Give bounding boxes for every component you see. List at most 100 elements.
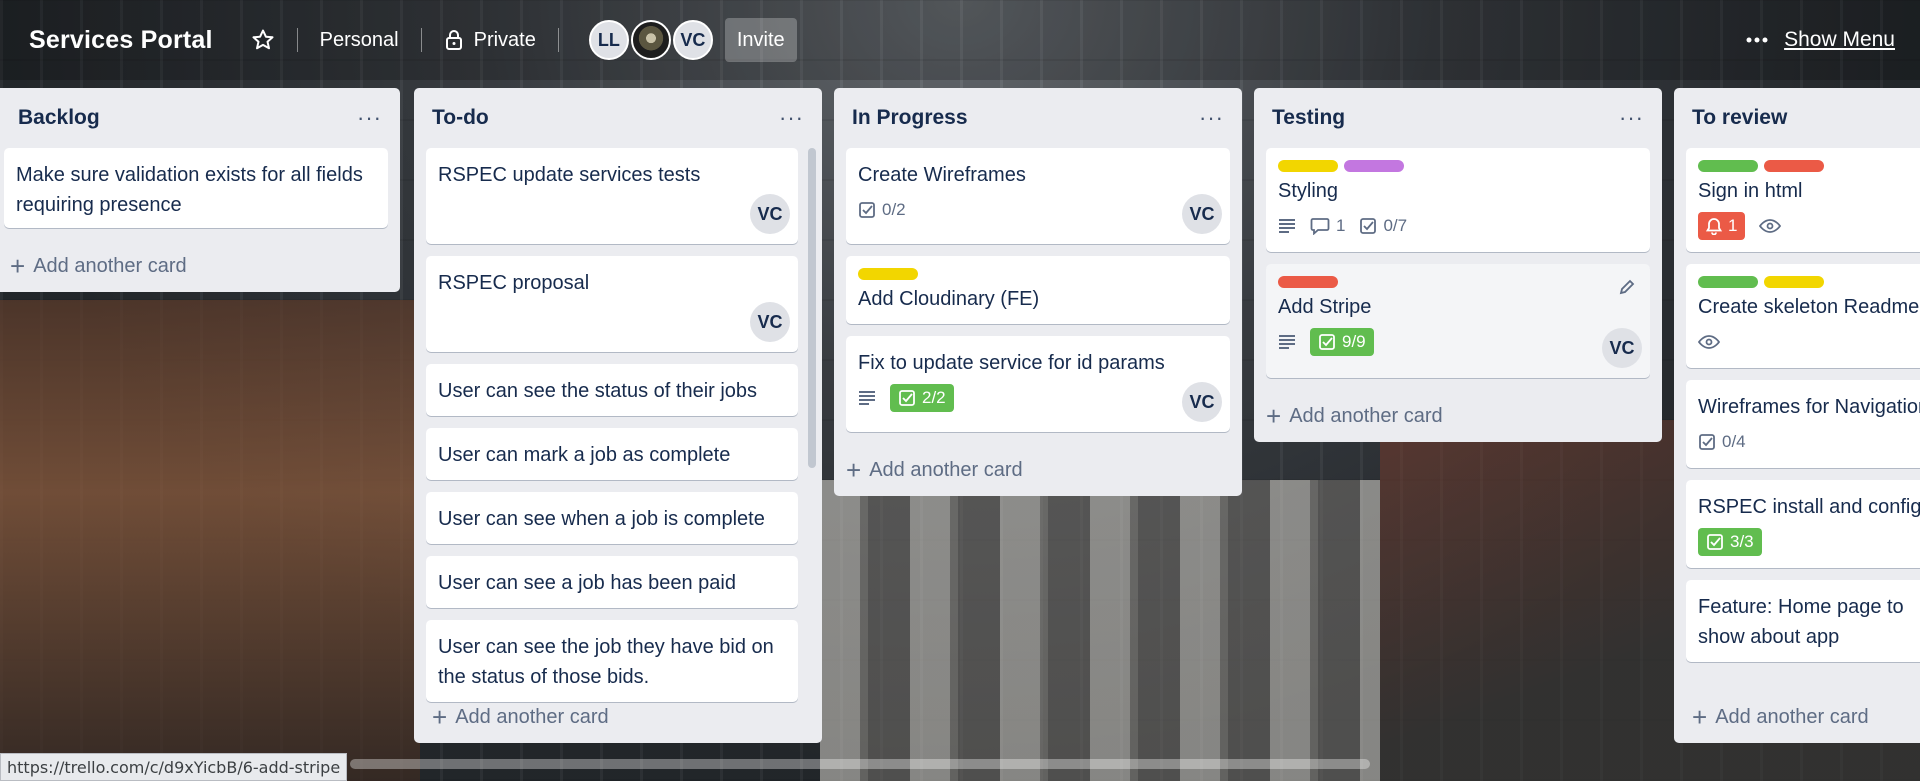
edit-pencil-icon[interactable]	[1618, 278, 1636, 296]
list-title[interactable]: To-do	[432, 106, 489, 130]
invite-button[interactable]: Invite	[724, 18, 797, 62]
card[interactable]: User can mark a job as complete	[426, 428, 798, 480]
checklist-badge: 0/7	[1359, 216, 1407, 236]
list-menu-icon[interactable]: ···	[357, 105, 382, 131]
card-title: RSPEC update services tests	[438, 164, 701, 186]
label-yellow[interactable]	[1764, 276, 1824, 288]
checklist-count: 0/2	[882, 200, 906, 219]
card-title: Add Stripe	[1278, 296, 1372, 318]
add-card-label: Add another card	[1715, 705, 1869, 728]
description-icon	[858, 390, 876, 406]
checklist-icon	[1706, 533, 1724, 551]
board-title[interactable]: Services Portal	[29, 26, 213, 55]
add-card-button[interactable]: + Add another card	[1680, 691, 1881, 743]
card[interactable]: Make sure validation exists for all fiel…	[4, 148, 388, 228]
member-avatar[interactable]: LL	[588, 20, 629, 60]
team-visibility-button[interactable]: Personal	[312, 18, 407, 62]
add-card-label: Add another card	[1289, 404, 1443, 427]
card[interactable]: Create skeleton Readme	[1686, 264, 1920, 368]
privacy-button[interactable]: Private	[436, 18, 544, 62]
plus-icon: +	[1692, 702, 1708, 732]
card-member-avatar[interactable]: VC	[1602, 328, 1642, 368]
member-avatar[interactable]: VC	[672, 20, 713, 60]
list-title[interactable]: To review	[1692, 106, 1787, 130]
card-member-avatar[interactable]: VC	[750, 194, 790, 234]
card[interactable]: User can see the status of their jobs	[426, 364, 798, 416]
board-horizontal-scrollbar[interactable]	[350, 759, 1370, 769]
label-red[interactable]	[1278, 276, 1338, 288]
plus-icon: +	[846, 455, 862, 485]
checklist-icon	[1698, 433, 1716, 451]
label-purple[interactable]	[1344, 160, 1404, 172]
list-to-do: To-do ··· RSPEC update services tests VC…	[414, 88, 822, 743]
card-title: Styling	[1278, 180, 1339, 202]
card[interactable]: Sign in html 1	[1686, 148, 1920, 252]
card[interactable]: User can see when a job is complete	[426, 492, 798, 544]
list-scrollbar[interactable]	[808, 148, 816, 468]
description-icon	[1278, 218, 1296, 234]
list-menu-icon[interactable]: ···	[1199, 105, 1224, 131]
card-title: Fix to update service for id params	[858, 352, 1165, 374]
checklist-count: 0/4	[1722, 432, 1746, 451]
comment-icon	[1310, 217, 1330, 235]
label-red[interactable]	[1764, 160, 1824, 172]
card-title: User can mark a job as complete	[438, 444, 731, 466]
card[interactable]: Wireframes for Navigation 0/4	[1686, 380, 1920, 468]
browser-status-url: https://trello.com/c/d9xYicbB/6-add-stri…	[0, 753, 348, 781]
bell-icon	[1706, 217, 1722, 235]
member-avatar-image[interactable]	[630, 20, 671, 60]
list-title[interactable]: Testing	[1272, 106, 1345, 130]
card-member-avatar[interactable]: VC	[1182, 194, 1222, 234]
card-labels[interactable]	[1278, 160, 1638, 172]
label-yellow[interactable]	[1278, 160, 1338, 172]
card[interactable]: Create Wireframes 0/2 VC	[846, 148, 1230, 244]
comments-count: 1	[1336, 216, 1346, 235]
add-card-button[interactable]: + Add another card	[420, 691, 621, 743]
card-labels[interactable]	[1698, 160, 1920, 172]
checklist-badge-complete: 3/3	[1698, 528, 1762, 556]
checklist-badge: 0/2	[858, 200, 906, 220]
star-icon	[251, 28, 275, 52]
card-hovered[interactable]: Add Stripe 9/9 VC	[1266, 264, 1650, 378]
card[interactable]: RSPEC install and config 3/3	[1686, 480, 1920, 568]
header-divider	[296, 28, 298, 52]
show-menu-button[interactable]: Show Menu	[1746, 18, 1895, 62]
star-button[interactable]	[243, 18, 283, 62]
card[interactable]: RSPEC proposal VC	[426, 256, 798, 352]
list-title[interactable]: Backlog	[10, 106, 100, 130]
more-icon	[1746, 36, 1768, 44]
card-member-avatar[interactable]: VC	[750, 302, 790, 342]
card[interactable]: Styling 1 0/7	[1266, 148, 1650, 252]
card-member-avatar[interactable]: VC	[1182, 382, 1222, 422]
list-title[interactable]: In Progress	[852, 106, 968, 130]
list-menu-icon[interactable]: ···	[779, 105, 804, 131]
list-backlog: Backlog ··· Make sure validation exists …	[0, 88, 400, 292]
label-green[interactable]	[1698, 160, 1758, 172]
label-yellow[interactable]	[858, 268, 918, 280]
header-divider	[557, 28, 559, 52]
card[interactable]: Fix to update service for id params 2/2 …	[846, 336, 1230, 432]
add-card-label: Add another card	[455, 705, 609, 728]
card[interactable]: Feature: Home page to show about app	[1686, 580, 1920, 662]
card-labels[interactable]	[858, 268, 1218, 280]
card[interactable]: User can see the job they have bid on th…	[426, 620, 798, 702]
plus-icon: +	[10, 251, 26, 281]
card[interactable]: User can see a job has been paid	[426, 556, 798, 608]
add-card-button[interactable]: + Add another card	[0, 240, 400, 292]
list-testing: Testing ··· Styling 1 0/7 Add Stripe 9/9…	[1254, 88, 1662, 442]
list-to-review: To review Sign in html 1 Create skeleton…	[1674, 88, 1920, 743]
card-labels[interactable]	[1698, 276, 1920, 288]
card-labels[interactable]	[1278, 276, 1638, 288]
add-card-button[interactable]: + Add another card	[834, 444, 1242, 496]
watch-eye-icon	[1698, 335, 1720, 349]
card[interactable]: RSPEC update services tests VC	[426, 148, 798, 244]
add-card-button[interactable]: + Add another card	[1254, 390, 1662, 442]
add-card-label: Add another card	[869, 458, 1023, 481]
list-menu-icon[interactable]: ···	[1619, 105, 1644, 131]
list-in-progress: In Progress ··· Create Wireframes 0/2 VC…	[834, 88, 1242, 496]
plus-icon: +	[1266, 401, 1282, 431]
label-green[interactable]	[1698, 276, 1758, 288]
card[interactable]: Add Cloudinary (FE)	[846, 256, 1230, 324]
card-title: Make sure validation exists for all fiel…	[16, 164, 363, 216]
card-title: Create Wireframes	[858, 164, 1026, 186]
